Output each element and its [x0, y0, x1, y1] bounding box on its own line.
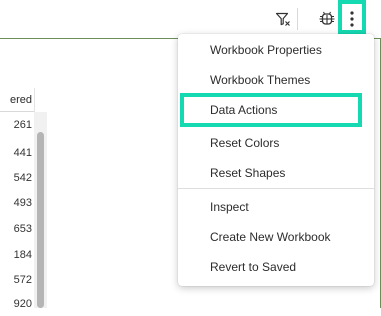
- menu-item-inspect[interactable]: Inspect: [178, 192, 374, 222]
- filter-icon[interactable]: [271, 7, 295, 31]
- table-cell: 542: [13, 172, 32, 184]
- menu-item-revert-to-saved[interactable]: Revert to Saved: [178, 252, 374, 282]
- table-cell: 920: [13, 298, 32, 310]
- table-cell: 572: [13, 274, 32, 286]
- table-cell: 184: [13, 249, 32, 261]
- workbook-menu: Workbook Properties Workbook Themes Data…: [178, 34, 374, 286]
- table-cell: 441: [13, 147, 32, 159]
- column-header[interactable]: ered: [0, 88, 34, 112]
- menu-item-workbook-properties[interactable]: Workbook Properties: [178, 35, 374, 65]
- toolbar-divider: [297, 8, 298, 30]
- menu-item-reset-shapes[interactable]: Reset Shapes: [178, 158, 374, 188]
- menu-item-create-new-workbook[interactable]: Create New Workbook: [178, 222, 374, 252]
- table-cell: 493: [13, 197, 32, 209]
- toolbar: [0, 0, 381, 38]
- debug-icon[interactable]: [315, 7, 339, 31]
- scrollbar-thumb[interactable]: [37, 132, 44, 308]
- menu-separator: [178, 188, 374, 189]
- menu-item-reset-colors[interactable]: Reset Colors: [178, 128, 374, 158]
- kebab-highlight-box: [338, 0, 366, 34]
- table-cell: 653: [13, 223, 32, 235]
- data-actions-highlight-box: [180, 93, 362, 127]
- table-cell: 261: [13, 119, 32, 131]
- menu-item-workbook-themes[interactable]: Workbook Themes: [178, 65, 374, 95]
